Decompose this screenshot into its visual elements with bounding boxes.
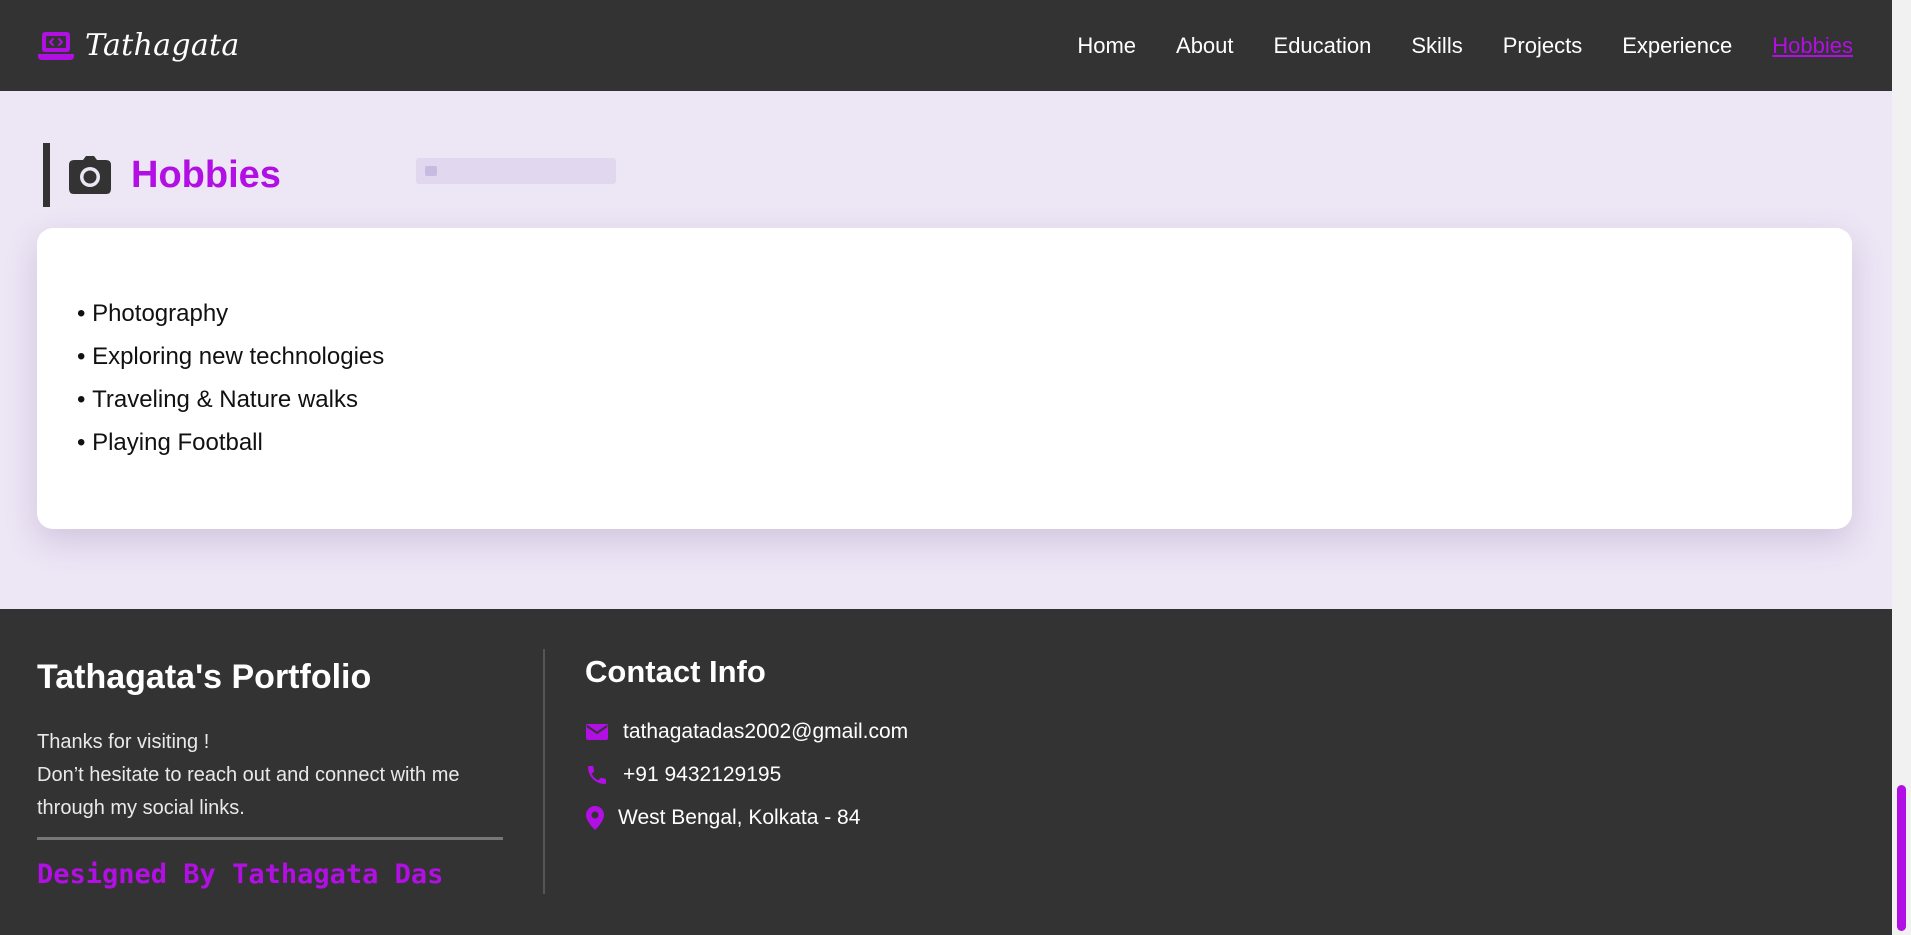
designed-by: Designed By Tathagata Das: [37, 859, 444, 890]
nav-link-home[interactable]: Home: [1077, 30, 1136, 62]
nav-link-hobbies[interactable]: Hobbies: [1772, 30, 1853, 62]
main-nav: Home About Education Skills Projects Exp…: [1077, 30, 1853, 62]
laptop-code-icon: [38, 32, 74, 60]
contact-list: tathagatadas2002@gmail.com +91 943212919…: [585, 710, 908, 839]
contact-location-text: West Bengal, Kolkata - 84: [618, 805, 861, 829]
nav-link-projects[interactable]: Projects: [1503, 30, 1582, 62]
nav-link-about[interactable]: About: [1176, 30, 1234, 62]
contact-info: Contact Info tathagatadas2002@gmail.com: [585, 652, 908, 839]
contact-email[interactable]: tathagatadas2002@gmail.com: [585, 710, 908, 753]
browser-viewport: Tathagata Home About Education Skills Pr…: [0, 0, 1911, 935]
list-item: Playing Football: [77, 421, 384, 464]
section-title: Hobbies: [131, 154, 281, 196]
contact-title: Contact Info: [585, 654, 766, 689]
footer-message: Thanks for visiting ! Don’t hesitate to …: [37, 726, 503, 825]
section-heading: Hobbies: [43, 143, 281, 207]
page-scrollbar[interactable]: [1892, 0, 1911, 935]
brand-name: Tathagata: [85, 28, 240, 63]
footer: Tathagata's Portfolio Thanks for visitin…: [0, 609, 1892, 935]
nav-link-skills[interactable]: Skills: [1411, 30, 1462, 62]
contact-email-text[interactable]: tathagatadas2002@gmail.com: [623, 720, 908, 744]
footer-thanks: Thanks for visiting !: [37, 731, 210, 753]
contact-phone[interactable]: +91 9432129195: [585, 753, 908, 796]
nav-link-education[interactable]: Education: [1274, 30, 1372, 62]
map-marker-icon: [586, 805, 604, 830]
hobbies-section: Hobbies Photography Exploring new techno…: [0, 91, 1892, 609]
camera-icon: [69, 156, 111, 194]
faded-overlay: [416, 158, 616, 184]
footer-divider-line: [37, 837, 503, 840]
footer-connect-text: Don’t hesitate to reach out and connect …: [37, 764, 460, 819]
contact-phone-text[interactable]: +91 9432129195: [623, 763, 781, 787]
hobby-list: Photography Exploring new technologies T…: [77, 292, 384, 464]
contact-location: West Bengal, Kolkata - 84: [585, 796, 908, 839]
footer-title: Tathagata's Portfolio: [37, 658, 372, 696]
heading-accent-bar: [43, 143, 50, 207]
list-item: Exploring new technologies: [77, 335, 384, 378]
brand-logo[interactable]: Tathagata: [37, 26, 240, 66]
envelope-icon: [586, 723, 608, 740]
hobbies-card: Photography Exploring new technologies T…: [37, 228, 1852, 529]
list-item: Traveling & Nature walks: [77, 378, 384, 421]
footer-about: Tathagata's Portfolio Thanks for visitin…: [37, 656, 503, 893]
list-item: Photography: [77, 292, 384, 335]
scrollbar-thumb[interactable]: [1897, 785, 1906, 931]
phone-icon: [588, 765, 606, 784]
footer-column-divider: [543, 649, 545, 894]
nav-link-experience[interactable]: Experience: [1622, 30, 1732, 62]
portfolio-page: Tathagata Home About Education Skills Pr…: [0, 0, 1892, 935]
navbar: Tathagata Home About Education Skills Pr…: [0, 0, 1892, 91]
